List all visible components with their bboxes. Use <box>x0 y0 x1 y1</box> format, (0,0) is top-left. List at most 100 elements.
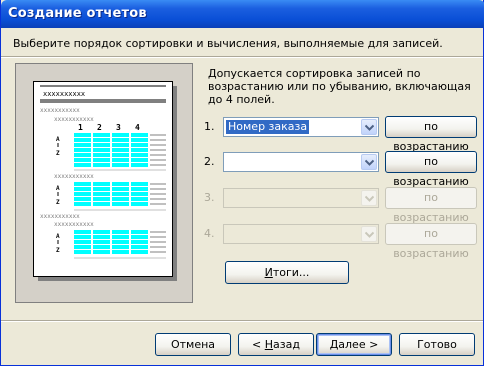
preview-cell <box>112 192 129 196</box>
sort-order-3-button: по возрастанию <box>385 187 477 224</box>
preview-cell <box>131 235 148 239</box>
sort-letter-z: Z <box>56 247 60 254</box>
sort-field-4-combo <box>223 224 379 244</box>
column-number: 3 <box>116 123 121 132</box>
preview-cell <box>112 182 129 186</box>
preview-cell <box>74 138 91 142</box>
back-button[interactable]: < Назад <box>238 333 314 356</box>
summary-label-post: тоги... <box>272 266 310 279</box>
dropdown-arrow-glyph <box>365 124 374 131</box>
sort-row-number: 2. <box>204 155 215 168</box>
preview-report-sketch: xxxxxxxxxxxxxxxxxxxxxxxxxxxxxxxx1 2 3 4AZxx… <box>40 85 166 259</box>
preview-extra-cell <box>150 139 166 141</box>
summary-label-mnemonic: И <box>264 266 273 279</box>
next-button[interactable]: Далее > <box>316 333 392 356</box>
preview-cell <box>74 202 91 206</box>
preview-extra-cell <box>150 134 166 136</box>
preview-cell <box>112 240 129 244</box>
preview-cell <box>93 138 110 142</box>
preview-cell <box>74 133 91 137</box>
sort-letter-z: Z <box>56 150 60 157</box>
group-header-placeholder: xxxxxxxxxxx <box>40 107 80 114</box>
preview-cell <box>112 197 129 201</box>
preview-cell <box>131 240 148 244</box>
preview-cell <box>74 245 91 249</box>
preview-cell <box>93 143 110 147</box>
preview-cell <box>93 133 110 137</box>
sort-field-value <box>226 227 230 241</box>
sort-letter-a: A <box>56 185 60 192</box>
preview-cell <box>93 250 110 254</box>
footer-divider-highlight <box>1 321 483 322</box>
finish-button[interactable]: Готово <box>399 333 475 356</box>
sort-description: Допускается сортировка записей по возрас… <box>208 67 471 106</box>
dropdown-arrow-glyph <box>365 195 374 202</box>
preview-cell <box>131 148 148 152</box>
preview-cell <box>74 187 91 191</box>
group-header-placeholder: xxxxxxxxxxx <box>54 116 94 123</box>
preview-cell <box>131 245 148 249</box>
sort-field-value <box>226 191 230 205</box>
preview-cell <box>112 148 129 152</box>
sort-field-3-combo <box>223 188 379 208</box>
next-rest: алее > <box>338 338 379 351</box>
chevron-down-icon[interactable] <box>361 154 377 170</box>
cancel-button[interactable]: Отмена <box>155 333 231 356</box>
sort-field-2-combo[interactable] <box>223 152 379 172</box>
preview-cell <box>112 235 129 239</box>
preview-cell <box>131 197 148 201</box>
preview-cell <box>74 230 91 234</box>
preview-cell <box>112 250 129 254</box>
preview-cell <box>74 235 91 239</box>
preview-cell <box>93 153 110 157</box>
instruction-text: Выберите порядок сортировки и вычисления… <box>13 37 443 50</box>
preview-cell <box>93 235 110 239</box>
sort-row-number: 3. <box>204 191 215 204</box>
preview-extra-cell <box>150 198 166 200</box>
sort-order-2-button[interactable]: по возрастанию <box>385 151 477 188</box>
preview-extra-cell <box>150 241 166 243</box>
preview-extra-cell <box>150 159 166 161</box>
preview-cell <box>74 240 91 244</box>
preview-cell <box>74 143 91 147</box>
sort-order-1-button[interactable]: по возрастанию <box>385 116 477 153</box>
preview-cell <box>74 158 91 162</box>
title-bar[interactable]: Создание отчетов <box>1 0 484 28</box>
preview-cell <box>74 250 91 254</box>
group-header-placeholder: xxxxxxxxxxx <box>54 221 94 228</box>
sort-letter-a: A <box>56 233 60 240</box>
preview-cell <box>131 230 148 234</box>
preview-cell <box>93 158 110 162</box>
chevron-down-icon <box>361 190 377 206</box>
chevron-down-icon[interactable] <box>361 119 377 135</box>
preview-extra-cell <box>150 154 166 156</box>
preview-cell <box>131 138 148 142</box>
preview-cell <box>112 143 129 147</box>
group-header-placeholder: xxxxxxxxxxx <box>40 213 80 220</box>
preview-cell <box>112 133 129 137</box>
preview-cell <box>131 158 148 162</box>
preview-cell <box>74 163 91 167</box>
column-number: 2 <box>97 123 102 132</box>
preview-cell <box>131 192 148 196</box>
preview-paper: xxxxxxxxxx xxxxxxxxxxx xxxxxxxxxxx 1 2 3 4 A Zxx… <box>33 81 173 277</box>
wizard-header: Выберите порядок сортировки и вычисления… <box>1 28 483 56</box>
sort-field-value <box>226 155 230 169</box>
sort-row-number: 1. <box>204 120 215 133</box>
back-rest: азад <box>273 338 300 351</box>
preview-cell <box>93 245 110 249</box>
preview-extra-cell <box>150 193 166 195</box>
sort-letter-z: Z <box>56 199 60 206</box>
preview-cell <box>131 187 148 191</box>
dropdown-arrow-glyph <box>365 231 374 238</box>
preview-cell <box>93 230 110 234</box>
preview-extra-cell <box>150 236 166 238</box>
sort-field-1-combo[interactable]: Номер заказа <box>223 117 379 137</box>
preview-extra-cell <box>150 251 166 253</box>
preview-extra-cell <box>150 188 166 190</box>
preview-cell <box>112 230 129 234</box>
preview-cell <box>131 163 148 167</box>
summary-options-button[interactable]: Итоги... <box>225 261 349 284</box>
layout-preview: xxxxxxxxxx xxxxxxxxxxx xxxxxxxxxxx 1 2 3 4 A Zxx… <box>15 63 193 303</box>
next-mnemonic: Д <box>329 338 339 351</box>
